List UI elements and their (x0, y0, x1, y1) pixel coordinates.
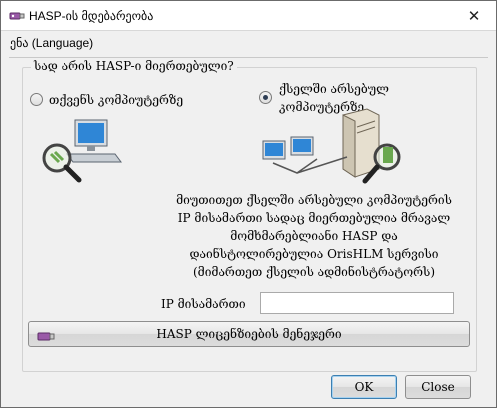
description-line: მომხმარებლიანი HASP და (230, 229, 398, 243)
license-manager-label: HASP ლიცენზიების მენეჯერი (156, 327, 342, 341)
close-button[interactable]: Close (405, 375, 471, 399)
description-line: მიუთითეთ ქსელში არსებული კომპიუტერის (176, 193, 452, 207)
radio-network-label-line1[interactable]: ქსელში არსებულ (279, 81, 389, 97)
group-title: სად არის HASP-ი მიერთებული? (31, 59, 237, 73)
hasp-key-icon (9, 9, 25, 26)
ip-address-input[interactable] (260, 292, 454, 314)
menu-bar: ენა (Language) (2, 32, 495, 56)
menu-language[interactable]: ენა (Language) (10, 36, 93, 50)
ok-button[interactable]: OK (331, 375, 397, 399)
computer-magnifier-icon (37, 116, 127, 189)
hasp-location-dialog: HASP-ის მდებარეობა ✕ ენა (Language) სად … (0, 0, 497, 408)
close-icon[interactable]: ✕ (464, 6, 484, 26)
radio-network[interactable] (259, 91, 272, 104)
window-title: HASP-ის მდებარეობა (29, 9, 154, 23)
ip-label: IP მისამართი (161, 297, 246, 311)
usb-key-icon (37, 327, 55, 351)
title-bar: HASP-ის მდებარეობა ✕ (1, 1, 496, 31)
network-description: მიუთითეთ ქსელში არსებული კომპიუტერის IP … (169, 191, 459, 281)
menu-separator (9, 57, 488, 58)
description-line: IP მისამართი სადაც მიერთებულია მრავალ (177, 211, 451, 225)
radio-local-label[interactable]: თქვენს კომპიუტერზე (49, 92, 183, 108)
description-line: (მიმართეთ ქსელის ადმინისტრატორს) (192, 265, 436, 279)
radio-local[interactable] (30, 93, 43, 106)
network-server-icon (257, 107, 417, 192)
license-manager-button[interactable]: HASP ლიცენზიების მენეჯერი (28, 321, 470, 347)
description-line: დაინსტოლირებულია OrisHLM სერვისი (189, 247, 439, 261)
